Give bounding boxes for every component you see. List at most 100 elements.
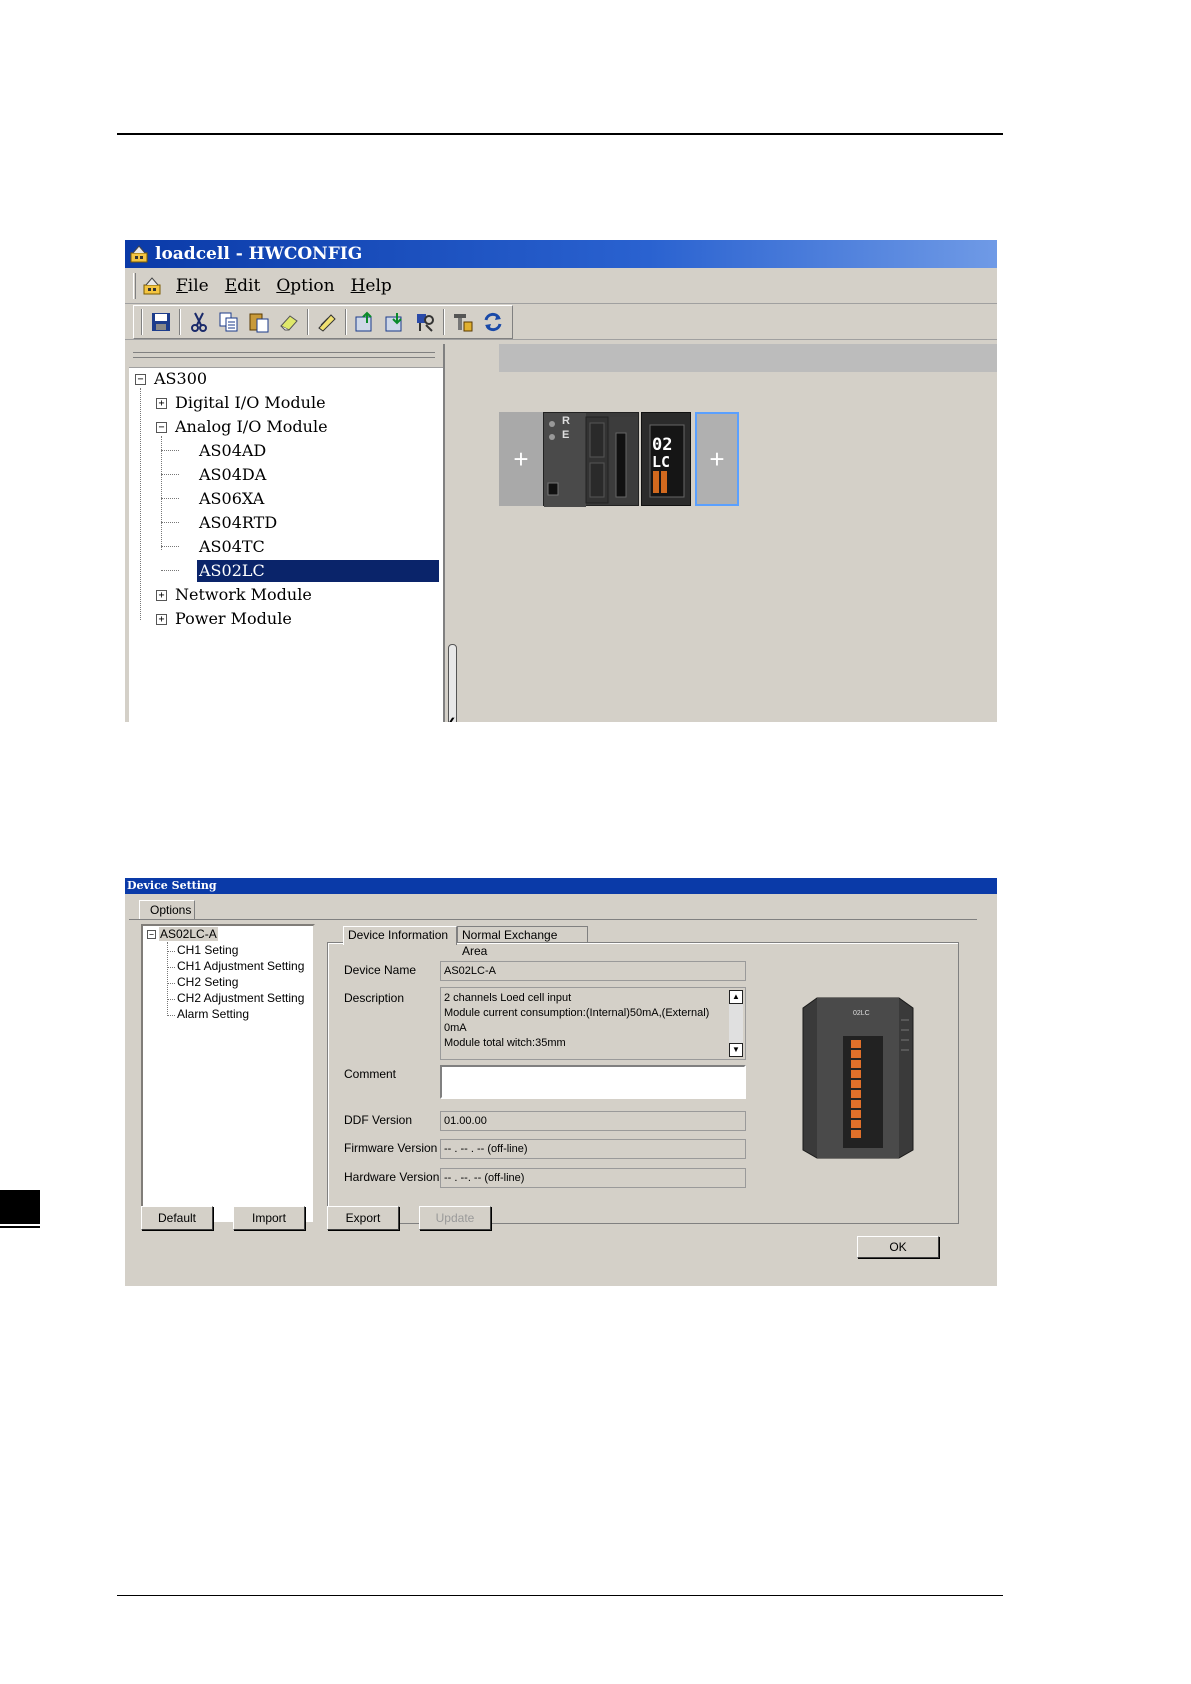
comment-input[interactable] xyxy=(440,1065,746,1099)
tree-connector xyxy=(167,942,168,1016)
tree-item-ch2-setting[interactable]: CH2 Seting xyxy=(177,975,238,990)
tree-item-power[interactable]: + Power Module xyxy=(156,608,292,630)
tree-item-ch1-adjustment[interactable]: CH1 Adjustment Setting xyxy=(177,959,304,974)
tree-connector xyxy=(161,522,179,523)
tree-connector xyxy=(167,951,175,952)
description-scrollbar[interactable]: ▲ ▼ xyxy=(729,990,743,1057)
as02lc-label-bottom: LC xyxy=(652,453,671,471)
ddf-version-field: 01.00.00 xyxy=(440,1111,746,1131)
scroll-up-icon[interactable]: ▲ xyxy=(729,990,743,1004)
tree-root-as02lc-a[interactable]: − AS02LC-A xyxy=(147,927,218,942)
chapter-tab-line xyxy=(0,1226,40,1228)
collapse-icon[interactable]: − xyxy=(156,422,167,433)
cpu-module[interactable]: R E xyxy=(543,412,639,507)
as02lc-label-top: 02 xyxy=(652,435,673,455)
tree-connector xyxy=(161,498,179,499)
scroll-down-icon[interactable]: ▼ xyxy=(729,1043,743,1057)
cpu-err-label: E xyxy=(562,429,570,441)
as02lc-module[interactable]: 02 LC xyxy=(641,412,691,506)
menubar-grip xyxy=(133,272,136,299)
as02lc-device-label: 02LC xyxy=(853,1010,870,1017)
pane-splitter[interactable]: ❮ xyxy=(445,344,459,722)
default-button[interactable]: Default xyxy=(141,1206,213,1230)
module-tree-header xyxy=(129,344,443,368)
tree-connector xyxy=(167,967,175,968)
description-line: Module current consumption:(Internal)50m… xyxy=(444,1007,710,1019)
toolbar-separator xyxy=(179,308,181,335)
description-field: 2 channels Loed cell input Module curren… xyxy=(440,987,746,1060)
tree-root-as300[interactable]: − AS300 xyxy=(135,368,207,390)
description-line: 0mA xyxy=(444,1022,467,1034)
tree-connector xyxy=(167,1015,175,1016)
save-icon[interactable] xyxy=(146,308,176,336)
chevron-left-icon[interactable]: ❮ xyxy=(447,716,456,722)
tree-item-ch2-adjustment[interactable]: CH2 Adjustment Setting xyxy=(177,991,304,1006)
tree-item-as04tc[interactable]: AS04TC xyxy=(199,536,265,558)
menu-option[interactable]: Option xyxy=(276,276,334,296)
ok-button[interactable]: OK xyxy=(857,1236,939,1258)
rack-canvas-header xyxy=(499,344,997,372)
tab-options[interactable]: Options xyxy=(139,900,195,920)
menubar: File Edit Option Help xyxy=(125,268,997,304)
toolbar xyxy=(125,304,997,340)
tree-item-as06xa[interactable]: AS06XA xyxy=(199,488,264,510)
scan-icon[interactable] xyxy=(410,308,440,336)
expand-icon[interactable]: + xyxy=(156,614,167,625)
toolbar-grip xyxy=(141,308,143,335)
parameter-icon[interactable] xyxy=(448,308,478,336)
tree-item-ch1-setting[interactable]: CH1 Seting xyxy=(177,943,238,958)
menu-app-icon[interactable] xyxy=(142,276,164,296)
download-icon[interactable] xyxy=(380,308,410,336)
tree-item-as04rtd[interactable]: AS04RTD xyxy=(199,512,277,534)
device-setting-window: Device Setting Options − AS02LC-A CH1 Set… xyxy=(125,878,997,1286)
cut-icon[interactable] xyxy=(184,308,214,336)
device-setting-tree: − AS02LC-A CH1 Seting CH1 Adjustment Sett… xyxy=(141,924,315,1224)
cpu-run-label: R xyxy=(562,415,570,427)
description-line: Module total witch:35mm xyxy=(444,1037,566,1049)
export-button[interactable]: Export xyxy=(327,1206,399,1230)
tree-connector xyxy=(140,388,141,620)
upload-icon[interactable] xyxy=(350,308,380,336)
hwconfig-title: loadcell - HWCONFIG xyxy=(155,244,363,264)
tree-item-analog-io[interactable]: − Analog I/O Module xyxy=(156,416,328,438)
firmware-version-field: -- . -- . -- (off-line) xyxy=(440,1139,746,1159)
expand-icon[interactable]: + xyxy=(156,398,167,409)
footer-rule xyxy=(117,1595,1003,1596)
add-slot-left-button[interactable]: + xyxy=(499,412,543,506)
tree-item-digital-io[interactable]: + Digital I/O Module xyxy=(156,392,326,414)
paste-icon[interactable] xyxy=(244,308,274,336)
device-name-label: Device Name xyxy=(344,963,417,977)
splitter-handle[interactable] xyxy=(448,644,457,722)
tree-item-network[interactable]: + Network Module xyxy=(156,584,312,606)
import-button[interactable]: Import xyxy=(233,1206,305,1230)
tree-connector xyxy=(167,983,175,984)
tree-connector xyxy=(161,546,179,547)
description-line: 2 channels Loed cell input xyxy=(444,992,572,1004)
rack-canvas: + R E 02 LC + xyxy=(459,344,997,722)
tree-connector xyxy=(161,450,179,451)
tree-item-alarm-setting[interactable]: Alarm Setting xyxy=(177,1007,249,1022)
comment-label: Comment xyxy=(344,1067,397,1081)
firmware-version-label: Firmware Version xyxy=(344,1141,438,1155)
tree-item-as04da[interactable]: AS04DA xyxy=(199,464,266,486)
device-setting-titlebar: Device Setting xyxy=(125,878,997,894)
update-button[interactable]: Update xyxy=(419,1206,491,1230)
add-slot-right-button[interactable]: + xyxy=(695,412,739,506)
menu-edit[interactable]: Edit xyxy=(225,276,261,296)
pen-icon[interactable] xyxy=(312,308,342,336)
header-rule xyxy=(117,133,1003,135)
description-label: Description xyxy=(344,991,405,1005)
collapse-icon[interactable]: − xyxy=(147,930,156,940)
tree-connector xyxy=(161,474,179,475)
hardware-version-label: Hardware Version xyxy=(344,1170,440,1184)
collapse-icon[interactable]: − xyxy=(135,374,146,385)
sync-icon[interactable] xyxy=(478,308,508,336)
menu-file[interactable]: File xyxy=(176,276,209,296)
tab-device-information[interactable]: Device Information xyxy=(343,926,457,945)
expand-icon[interactable]: + xyxy=(156,590,167,601)
eraser-icon[interactable] xyxy=(274,308,304,336)
menu-help[interactable]: Help xyxy=(351,276,392,296)
copy-icon[interactable] xyxy=(214,308,244,336)
tree-item-as04ad[interactable]: AS04AD xyxy=(199,440,266,462)
tree-item-as02lc[interactable]: AS02LC xyxy=(197,560,439,582)
